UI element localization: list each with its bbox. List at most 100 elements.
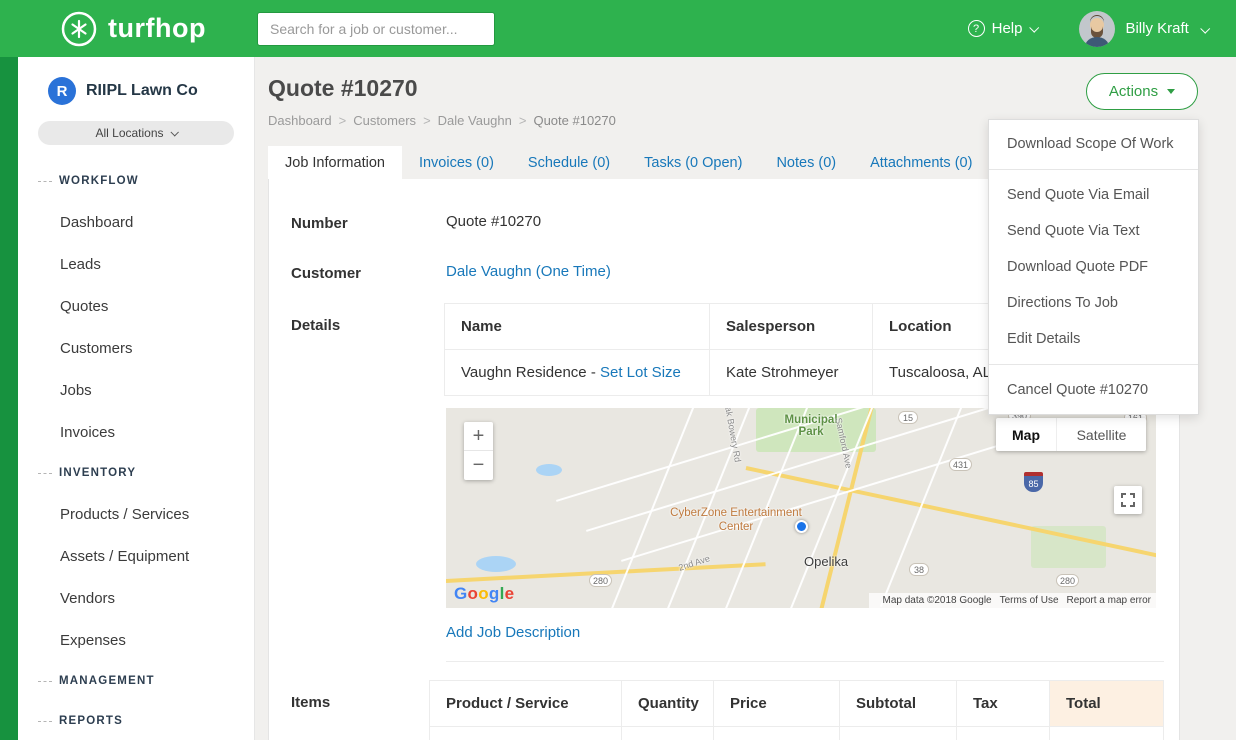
user-menu[interactable]: Billy Kraft [1125, 20, 1208, 37]
map-view-button[interactable]: Map [996, 418, 1056, 451]
locations-select[interactable]: All Locations [38, 121, 234, 145]
breadcrumb-current: Quote #10270 [533, 113, 615, 128]
avatar[interactable] [1079, 11, 1115, 47]
details-label: Details [291, 315, 444, 334]
tab-invoices[interactable]: Invoices (0) [402, 146, 511, 179]
map-label-city: Opelika [804, 554, 848, 569]
company-logo-icon: R [48, 77, 76, 105]
search-input[interactable] [257, 12, 495, 46]
fullscreen-button[interactable] [1114, 486, 1142, 514]
fullscreen-icon [1121, 493, 1135, 507]
customer-link[interactable]: Dale Vaughn [446, 263, 532, 280]
nav-section-workflow: WORKFLOW [18, 161, 254, 201]
sidebar-item-customers[interactable]: Customers [18, 327, 254, 369]
tab-attachments[interactable]: Attachments (0) [853, 146, 989, 179]
nav-section-inventory: INVENTORY [18, 453, 254, 493]
help-icon: ? [968, 20, 985, 37]
items-header-quantity: Quantity [622, 681, 714, 727]
satellite-view-button[interactable]: Satellite [1056, 418, 1146, 451]
job-name: Vaughn Residence - [461, 364, 596, 381]
items-header-product: Product / Service [430, 681, 622, 727]
brand-name: turfhop [108, 13, 206, 44]
menu-item-download-quote-pdf[interactable]: Download Quote PDF [989, 249, 1198, 285]
sidebar-accent-strip [0, 57, 18, 740]
sidebar-item-invoices[interactable]: Invoices [18, 411, 254, 453]
help-label: Help [992, 20, 1023, 37]
set-lot-size-link[interactable]: Set Lot Size [600, 364, 681, 381]
items-header-subtotal: Subtotal [840, 681, 957, 727]
zoom-in-button[interactable]: + [464, 422, 493, 451]
sidebar-item-assets-equipment[interactable]: Assets / Equipment [18, 535, 254, 577]
tab-job-information[interactable]: Job Information [268, 146, 402, 179]
menu-item-send-quote-email[interactable]: Send Quote Via Email [989, 177, 1198, 213]
salesperson-value: Kate Strohmeyer [710, 350, 873, 396]
tab-schedule[interactable]: Schedule (0) [511, 146, 627, 179]
breadcrumb-separator: > [519, 113, 527, 128]
map-label-street: Oak Bowery Rd [722, 408, 743, 463]
sidebar-item-jobs[interactable]: Jobs [18, 369, 254, 411]
user-name: Billy Kraft [1125, 20, 1188, 37]
breadcrumb-separator: > [339, 113, 347, 128]
terms-of-use-link[interactable]: Terms of Use [1000, 595, 1059, 606]
sidebar-item-expenses[interactable]: Expenses [18, 619, 254, 661]
map-data-text: Map data ©2018 Google [882, 595, 991, 606]
map-road [621, 434, 1033, 562]
chevron-down-icon [170, 128, 178, 136]
details-header-salesperson: Salesperson [710, 304, 873, 350]
items-header-total: Total [1050, 681, 1164, 727]
items-row: Items Product / Service Quantity Price S… [269, 662, 1179, 740]
actions-dropdown: Download Scope Of Work Send Quote Via Em… [988, 119, 1199, 415]
avatar-image-icon [1079, 11, 1115, 47]
menu-item-download-scope[interactable]: Download Scope Of Work [989, 126, 1198, 162]
sidebar-item-dashboard[interactable]: Dashboard [18, 201, 254, 243]
route-shield: 38 [909, 563, 929, 576]
menu-divider [989, 169, 1198, 170]
topbar-right: ? Help Billy Kraft [968, 11, 1208, 47]
sidebar-item-vendors[interactable]: Vendors [18, 577, 254, 619]
chevron-down-icon [1030, 23, 1040, 33]
tab-notes[interactable]: Notes (0) [759, 146, 853, 179]
help-menu[interactable]: ? Help [968, 20, 1038, 37]
items-label: Items [291, 692, 429, 711]
items-header-tax: Tax [957, 681, 1050, 727]
customer-label: Customer [291, 263, 446, 282]
locations-label: All Locations [95, 126, 163, 140]
tree-dash-icon [38, 181, 52, 182]
customer-type-link[interactable]: (One Time) [536, 263, 611, 280]
google-logo: Google [454, 584, 514, 604]
sidebar-item-leads[interactable]: Leads [18, 243, 254, 285]
app-root: turfhop ? Help Billy Kraft [0, 0, 1236, 740]
add-description-block: Add Job Description [446, 624, 1164, 662]
items-table: Product / Service Quantity Price Subtota… [429, 680, 1164, 740]
sidebar-item-quotes[interactable]: Quotes [18, 285, 254, 327]
company-name: RIIPL Lawn Co [86, 82, 198, 100]
menu-item-cancel-quote[interactable]: Cancel Quote #10270 [989, 372, 1198, 408]
menu-item-send-quote-text[interactable]: Send Quote Via Text [989, 213, 1198, 249]
breadcrumb-separator: > [423, 113, 431, 128]
details-header-name: Name [445, 304, 710, 350]
turfhop-logo-icon [60, 10, 98, 48]
chevron-down-icon [1200, 24, 1210, 34]
brand[interactable]: turfhop [60, 10, 257, 48]
breadcrumb-customers[interactable]: Customers [353, 113, 416, 128]
tab-tasks[interactable]: Tasks (0 Open) [627, 146, 759, 179]
job-location-map[interactable]: + − Map Satellite Municipal Park CyberZo… [446, 408, 1156, 608]
tree-dash-icon [38, 473, 52, 474]
number-label: Number [291, 213, 446, 232]
topbar: turfhop ? Help Billy Kraft [0, 0, 1236, 57]
actions-button[interactable]: Actions [1086, 73, 1198, 110]
zoom-out-button[interactable]: − [464, 451, 493, 480]
report-map-error-link[interactable]: Report a map error [1067, 595, 1151, 606]
sidebar-item-products-services[interactable]: Products / Services [18, 493, 254, 535]
breadcrumb-customer-name[interactable]: Dale Vaughn [438, 113, 512, 128]
sidebar: R RIIPL Lawn Co All Locations WORKFLOW D… [18, 57, 255, 740]
add-job-description-link[interactable]: Add Job Description [446, 624, 580, 641]
nav-section-management: MANAGEMENT [18, 661, 254, 701]
menu-item-directions-to-job[interactable]: Directions To Job [989, 285, 1198, 321]
map-label-poi: CyberZone Entertainment Center [656, 506, 816, 535]
nav-section-reports: REPORTS [18, 701, 254, 740]
caret-down-icon [1167, 89, 1175, 94]
items-header-price: Price [714, 681, 840, 727]
breadcrumb-dashboard[interactable]: Dashboard [268, 113, 332, 128]
menu-item-edit-details[interactable]: Edit Details [989, 321, 1198, 357]
